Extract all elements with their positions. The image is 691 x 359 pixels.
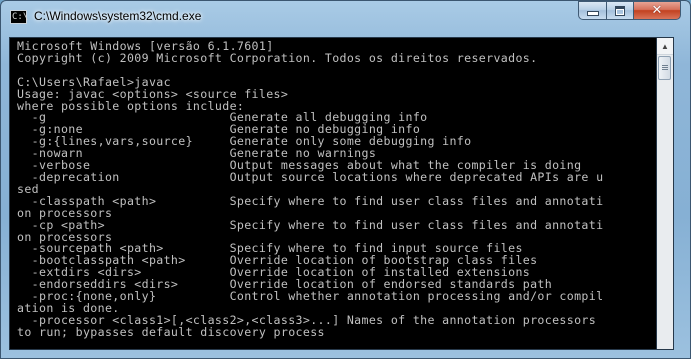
maximize-icon: [615, 5, 625, 16]
vertical-scrollbar[interactable]: ▲: [657, 37, 674, 350]
cmd-icon[interactable]: C:\: [10, 10, 28, 24]
console-text: Microsoft Windows [versão 6.1.7601] Copy…: [10, 38, 656, 339]
scroll-thumb[interactable]: [658, 56, 671, 80]
console-output[interactable]: Microsoft Windows [versão 6.1.7601] Copy…: [9, 37, 657, 350]
minimize-button[interactable]: [578, 1, 606, 20]
console-line: -deprecation Output source locations whe…: [17, 169, 604, 184]
close-icon: ✕: [651, 3, 663, 18]
console-line: Copyright (c) 2009 Microsoft Corporation…: [17, 50, 538, 65]
cmd-window: C:\ C:\Windows\system32\cmd.exe ✕ Micros…: [0, 0, 691, 359]
arrow-up-icon: ▲: [661, 41, 669, 51]
scroll-up-button[interactable]: ▲: [657, 38, 673, 55]
maximize-button[interactable]: [606, 1, 633, 20]
title-bar[interactable]: C:\ C:\Windows\system32\cmd.exe ✕: [1, 1, 690, 37]
console-line: to run; bypasses default discovery proce…: [17, 324, 325, 339]
minimize-icon: [586, 11, 599, 16]
window-title: C:\Windows\system32\cmd.exe: [34, 9, 202, 23]
close-button[interactable]: ✕: [633, 1, 681, 20]
